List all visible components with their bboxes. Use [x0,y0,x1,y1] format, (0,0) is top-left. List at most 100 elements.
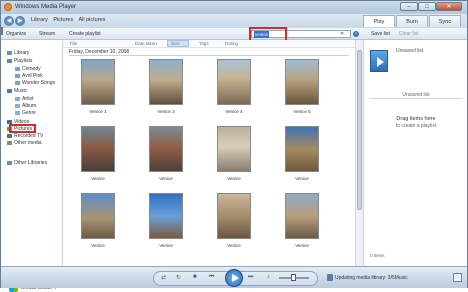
photo-caption: Venice [295,243,309,248]
photo-caption: Venice [227,176,241,181]
column-size[interactable]: Size [171,41,180,46]
tab-play[interactable]: Play [363,15,395,27]
tab-burn[interactable]: Burn [396,15,428,27]
item-count: 0 items [370,253,385,258]
photo-caption: Venice [91,176,105,181]
sidebar-item-recorded-tv[interactable]: Recorded TV [7,133,43,139]
photo-caption: Venice 4 [225,109,243,114]
library-update-icon [327,274,333,281]
group-divider [69,55,349,56]
album-icon [15,103,20,108]
drag-hint-title: Drag items here [396,116,436,122]
breadcrumb-item[interactable]: All pictures [78,17,105,23]
next-icon[interactable]: ⏭ [248,274,253,281]
media-player-icon [4,3,12,11]
create-playlist-menu[interactable]: Create playlist [69,31,101,37]
minimize-button[interactable]: – [400,2,418,11]
photo-caption: Venice 5 [293,109,311,114]
list-command-bar: Save list Clear list [363,28,467,40]
photo-caption: Venice 1 [89,109,107,114]
artist-icon [15,96,20,101]
sidebar-item-library[interactable]: Library [7,50,29,56]
volume-knob[interactable] [291,274,296,281]
organize-menu[interactable]: Organize [6,31,26,37]
sidebar-item-other-media[interactable]: Other media [7,140,42,146]
search-clear-icon[interactable]: ✕ [340,31,344,37]
sidebar-item-other-libraries[interactable]: Other Libraries [7,160,47,166]
close-button[interactable]: ✕ [436,2,462,11]
photo-caption: Venice [227,243,241,248]
genre-icon [15,110,20,115]
back-arrow-icon[interactable]: ◀ [4,16,14,26]
photo-thumbnail[interactable] [285,126,319,172]
sidebar-item-album[interactable]: Album [15,103,36,109]
list-pane: Unsaved list Unsaved list Drag items her… [363,40,467,266]
sidebar-item-wonder-songs[interactable]: Wonder Songs [15,80,55,86]
photo-caption: Venice [159,176,173,181]
maximize-button[interactable]: □ [418,2,436,11]
column-rating[interactable]: Rating [225,41,238,46]
repeat-icon[interactable]: ↻ [176,274,181,281]
title-bar: Windows Media Player – □ ✕ [1,1,467,14]
library-sidebar: Library Playlists Comedy Avril Pink Wond… [1,40,63,292]
previous-icon[interactable]: ⏮ [209,274,214,281]
sidebar-item-comedy[interactable]: Comedy [15,66,41,72]
breadcrumb-item[interactable]: Library [31,17,48,23]
forward-arrow-icon[interactable]: ▶ [15,16,25,26]
status-text: Updating media library: 3/5Music [335,275,408,281]
playlists-icon [7,58,12,63]
stream-menu[interactable]: Stream [39,31,55,37]
column-title[interactable]: Title [69,41,77,46]
tv-icon [7,133,12,138]
photo-thumbnail[interactable] [285,193,319,239]
playlist-icon [15,80,20,85]
playlist-icon [370,50,388,72]
media-player-window: Windows Media Player – □ ✕ ◀ ▶ Library P… [0,0,468,292]
play-button[interactable] [225,269,243,287]
pictures-highlight-box [9,124,36,133]
breadcrumb-item[interactable]: Pictures [53,17,73,23]
help-icon[interactable]: ? [353,31,359,37]
stop-icon[interactable]: ■ [193,274,197,280]
tab-strip: Play Burn Sync [363,15,463,27]
column-date-taken[interactable]: Date taken [135,41,157,46]
sidebar-item-genre[interactable]: Genre [15,110,36,116]
photo-caption: Venice [159,243,173,248]
sidebar-item-avril-pink[interactable]: Avril Pink [15,73,43,79]
photo-thumbnail[interactable] [285,59,319,105]
save-list-button[interactable]: Save list [371,31,390,37]
photo-thumbnail[interactable] [217,193,251,239]
photo-thumbnail[interactable] [217,59,251,105]
photo-thumbnail[interactable] [81,59,115,105]
library-icon [7,50,12,55]
sidebar-item-artist[interactable]: Artist [15,96,33,102]
sidebar-item-music[interactable]: Music [7,88,27,94]
vertical-scrollbar[interactable] [355,40,363,266]
pictures-view: Title Date taken Size Tags Rating Friday… [63,40,355,266]
playback-controls-bar: ⇄ ↻ ■ ⏮ ⏭ ♪ Updating media library: 3/5M… [1,266,467,288]
photo-thumbnail[interactable] [217,126,251,172]
photo-thumbnail[interactable] [149,59,183,105]
photo-thumbnail[interactable] [149,193,183,239]
view-options-icon[interactable] [1,27,3,35]
column-header: Title Date taken Size Tags Rating [63,40,355,48]
switch-to-now-playing-icon[interactable] [453,273,462,282]
drag-hint-subtitle: to create a playlist [395,123,437,129]
photo-thumbnail[interactable] [149,126,183,172]
breadcrumb: Library Pictures All pictures [31,17,109,23]
column-tags[interactable]: Tags [199,41,209,46]
sidebar-item-playlists[interactable]: Playlists [7,58,32,64]
other-media-icon [7,140,12,145]
scrollbar-thumb[interactable] [357,50,362,210]
photo-thumbnail[interactable] [81,193,115,239]
list-title[interactable]: Unsaved list [396,48,423,54]
clear-list-button[interactable]: Clear list [399,31,418,37]
tab-sync[interactable]: Sync [429,15,461,27]
photo-caption: Venice 3 [157,109,175,114]
photo-caption: Venice [91,243,105,248]
shuffle-icon[interactable]: ⇄ [161,274,166,281]
volume-icon[interactable]: ♪ [267,274,270,280]
photo-thumbnail[interactable] [81,126,115,172]
photo-caption: Venice [295,176,309,181]
other-libraries-icon [7,160,12,165]
